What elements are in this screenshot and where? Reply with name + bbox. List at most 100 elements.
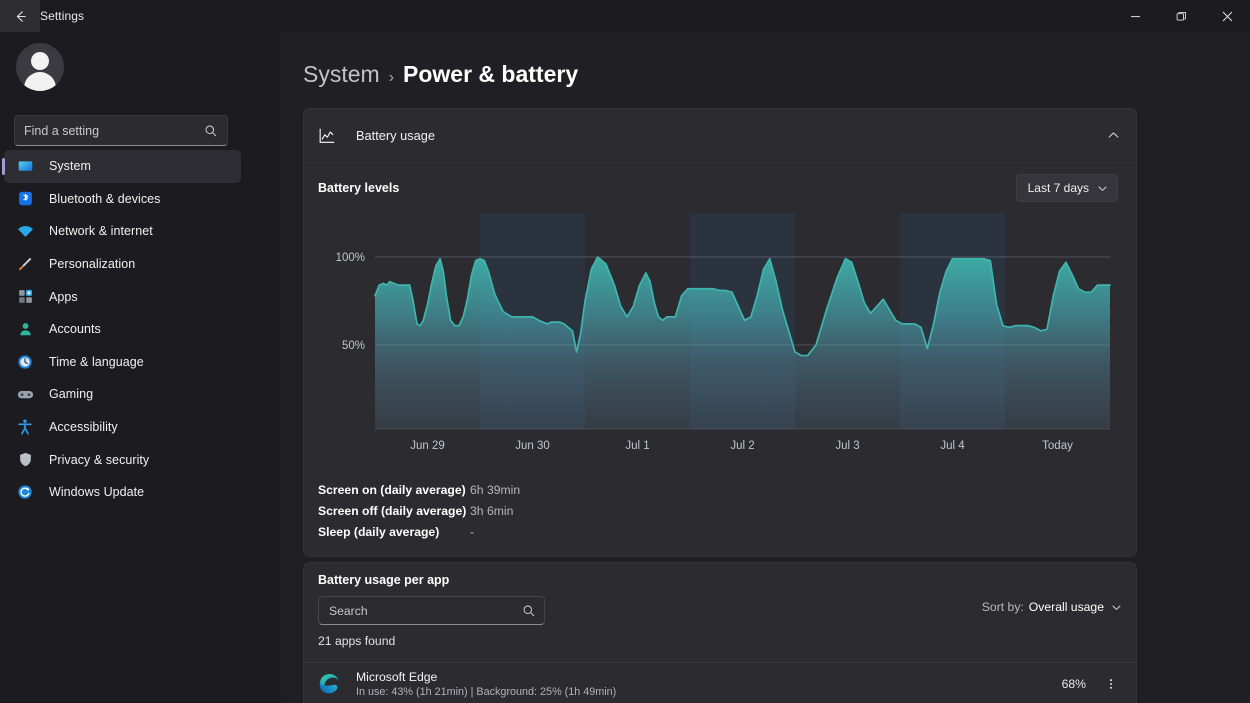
sidebar-item-label: Accounts — [49, 322, 101, 336]
page-title: Power & battery — [403, 61, 578, 88]
update-icon — [15, 482, 35, 502]
sidebar-item-bluetooth-devices[interactable]: Bluetooth & devices — [4, 183, 241, 216]
app-search-box[interactable] — [318, 596, 545, 625]
breadcrumb-separator: › — [389, 69, 394, 87]
stat-label: Sleep (daily average) — [318, 525, 470, 539]
bluetooth-icon — [15, 189, 35, 209]
back-button[interactable] — [0, 0, 40, 32]
minimize-button[interactable] — [1112, 0, 1158, 32]
person-icon — [15, 319, 35, 339]
stat-value: 3h 6min — [470, 504, 513, 518]
chart-x-tick-label: Jul 1 — [625, 440, 649, 452]
edge-icon — [318, 673, 340, 695]
app-info: Microsoft Edge In use: 43% (1h 21min) | … — [356, 670, 616, 698]
app-name: Microsoft Edge — [356, 670, 616, 684]
sidebar: System Bluetooth & devices Network — [0, 32, 281, 703]
search-icon — [204, 124, 218, 138]
sidebar-item-privacy-security[interactable]: Privacy & security — [4, 443, 241, 476]
time-range-value: Last 7 days — [1028, 181, 1089, 195]
sidebar-item-label: Windows Update — [49, 485, 144, 499]
chart-x-tick-label: Jun 30 — [515, 440, 550, 452]
chart-x-tick-label: Jul 4 — [940, 440, 965, 452]
battery-stats: Screen on (daily average) 6h 39min Scree… — [318, 479, 818, 542]
sidebar-item-label: Network & internet — [49, 224, 153, 238]
stat-row: Sleep (daily average) - — [318, 521, 818, 542]
stat-value: 6h 39min — [470, 483, 520, 497]
per-app-title: Battery usage per app — [318, 573, 449, 587]
sort-by-label: Sort by: — [982, 600, 1024, 614]
more-vertical-icon[interactable] — [1098, 669, 1124, 699]
stat-label: Screen on (daily average) — [318, 483, 470, 497]
sort-by-value: Overall usage — [1029, 600, 1104, 614]
sidebar-item-label: Privacy & security — [49, 453, 149, 467]
title-bar: Settings — [0, 0, 1250, 32]
sidebar-search[interactable] — [14, 115, 228, 146]
sidebar-item-label: System — [49, 159, 91, 173]
search-input[interactable] — [24, 124, 204, 138]
sidebar-item-time-language[interactable]: Time & language — [4, 346, 241, 379]
chevron-down-icon — [1111, 602, 1122, 613]
app-search-input[interactable] — [329, 604, 522, 618]
battery-levels-row: Battery levels Last 7 days — [304, 163, 1136, 213]
breadcrumb: System › Power & battery — [303, 61, 578, 88]
sidebar-item-label: Accessibility — [49, 420, 118, 434]
sidebar-item-label: Gaming — [49, 387, 93, 401]
battery-usage-header[interactable]: Battery usage — [304, 109, 1136, 163]
gamepad-icon — [15, 384, 35, 404]
stat-row: Screen off (daily average) 3h 6min — [318, 500, 818, 521]
avatar-body — [24, 72, 56, 91]
close-button[interactable] — [1204, 0, 1250, 32]
avatar[interactable] — [16, 43, 64, 91]
battery-usage-card: Battery usage Battery levels Last 7 days — [303, 108, 1137, 557]
maximize-button[interactable] — [1158, 0, 1204, 32]
sort-by-dropdown[interactable]: Sort by: Overall usage — [982, 600, 1122, 614]
sidebar-item-network-internet[interactable]: Network & internet — [4, 215, 241, 248]
app-usage-detail: In use: 43% (1h 21min) | Background: 25%… — [356, 686, 616, 698]
chart-x-tick-label: Jul 2 — [730, 440, 754, 452]
window-controls — [1112, 0, 1250, 32]
sidebar-nav: System Bluetooth & devices Network — [0, 150, 281, 509]
time-range-dropdown[interactable]: Last 7 days — [1016, 174, 1118, 202]
chart-y-axis-labels: 100% 50% — [336, 252, 365, 352]
apps-found-count: 21 apps found — [318, 634, 395, 648]
sidebar-item-personalization[interactable]: Personalization — [4, 248, 241, 281]
battery-usage-per-app-card: Battery usage per app Sort by: Overall u… — [303, 562, 1137, 703]
window-title: Settings — [40, 9, 84, 23]
clock-icon — [15, 352, 35, 372]
battery-levels-title: Battery levels — [318, 181, 399, 195]
shield-icon — [15, 450, 35, 470]
breadcrumb-parent[interactable]: System — [303, 61, 380, 88]
sidebar-item-label: Apps — [49, 290, 78, 304]
paintbrush-icon — [15, 254, 35, 274]
sidebar-item-label: Bluetooth & devices — [49, 192, 160, 206]
chart-x-tick-label: Jun 29 — [410, 440, 445, 452]
chart-y-tick-label: 100% — [336, 252, 365, 264]
search-icon — [522, 604, 536, 618]
chart-canvas: 100% 50% Jun 29 Jun 30 Jul 1 Jul 2 Jul 3 Jul 4… — [304, 213, 1137, 465]
settings-window: Settings — [0, 0, 1250, 703]
monitor-icon — [15, 156, 35, 176]
sidebar-item-apps[interactable]: Apps — [4, 280, 241, 313]
sidebar-item-accessibility[interactable]: Accessibility — [4, 411, 241, 444]
app-list-item[interactable]: Microsoft Edge In use: 43% (1h 21min) | … — [304, 662, 1137, 703]
sidebar-item-system[interactable]: System — [4, 150, 241, 183]
sidebar-item-windows-update[interactable]: Windows Update — [4, 476, 241, 509]
chevron-down-icon — [1097, 183, 1108, 194]
chevron-up-icon[interactable] — [1107, 129, 1120, 142]
stat-row: Screen on (daily average) 6h 39min — [318, 479, 818, 500]
battery-usage-title: Battery usage — [356, 128, 435, 143]
sidebar-item-gaming[interactable]: Gaming — [4, 378, 241, 411]
chart-x-tick-label: Jul 3 — [835, 440, 859, 452]
app-usage-percent: 68% — [1062, 677, 1086, 691]
sidebar-item-accounts[interactable]: Accounts — [4, 313, 241, 346]
sidebar-item-label: Personalization — [49, 257, 135, 271]
wifi-icon — [15, 221, 35, 241]
main-content: System › Power & battery Battery usage — [281, 32, 1250, 703]
stat-label: Screen off (daily average) — [318, 504, 470, 518]
chart-x-tick-label: Today — [1042, 440, 1073, 452]
apps-icon — [15, 287, 35, 307]
chart-y-tick-label: 50% — [342, 340, 365, 352]
accessibility-icon — [15, 417, 35, 437]
battery-levels-chart: 100% 50% Jun 29 Jun 30 Jul 1 Jul 2 Jul 3 Jul 4… — [304, 213, 1137, 465]
line-chart-icon — [318, 127, 340, 145]
